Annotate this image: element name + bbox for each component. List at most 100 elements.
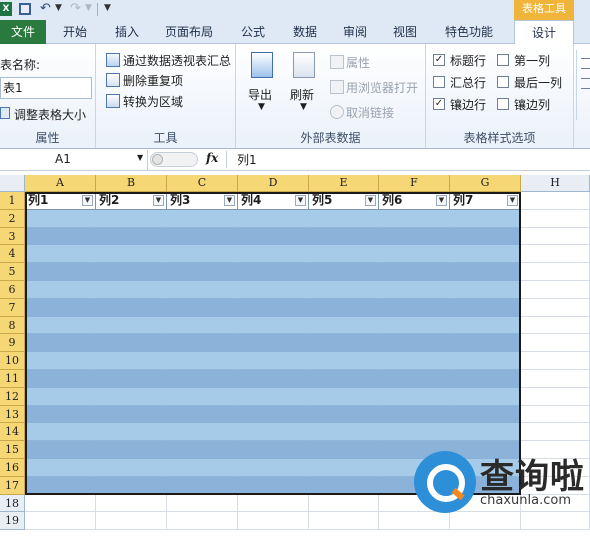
grid-cell[interactable] bbox=[25, 209, 96, 228]
undo-icon[interactable]: ↶ bbox=[40, 1, 51, 16]
grid-cell[interactable] bbox=[309, 227, 379, 246]
grid-cell[interactable] bbox=[25, 352, 96, 370]
grid-cell[interactable] bbox=[309, 298, 379, 317]
open-in-browser-button[interactable]: 用浏览器打开 bbox=[346, 79, 418, 96]
column-header-e[interactable]: E bbox=[309, 175, 379, 192]
grid-cell[interactable] bbox=[309, 476, 379, 495]
grid-cell[interactable] bbox=[309, 352, 379, 370]
banded-rows-checkbox[interactable]: ✓ bbox=[433, 98, 445, 110]
grid-cell[interactable] bbox=[238, 352, 309, 370]
grid-cell[interactable] bbox=[238, 405, 309, 424]
row-header-1[interactable]: 1 bbox=[0, 192, 25, 210]
grid-cell[interactable] bbox=[96, 405, 167, 424]
grid-cell[interactable] bbox=[25, 441, 96, 459]
grid-cell[interactable] bbox=[96, 494, 167, 513]
grid-cell[interactable] bbox=[379, 387, 450, 406]
filter-dropdown-icon[interactable]: ▼ bbox=[365, 195, 376, 206]
grid-cell[interactable] bbox=[521, 192, 590, 210]
grid-cell[interactable] bbox=[521, 387, 590, 406]
grid-cell[interactable] bbox=[450, 370, 521, 388]
column-header-a[interactable]: A bbox=[25, 175, 96, 192]
grid-cell[interactable] bbox=[25, 316, 96, 335]
grid-cell[interactable] bbox=[450, 209, 521, 228]
total-row-checkbox[interactable] bbox=[433, 76, 445, 88]
grid-cell[interactable] bbox=[96, 423, 167, 442]
grid-cell[interactable] bbox=[96, 298, 167, 317]
first-column-checkbox[interactable] bbox=[497, 54, 509, 66]
grid-cell[interactable] bbox=[450, 405, 521, 424]
grid-cell[interactable] bbox=[238, 459, 309, 477]
grid-cell[interactable] bbox=[309, 245, 379, 264]
grid-cell[interactable] bbox=[167, 281, 238, 299]
tab-page-layout[interactable]: 页面布局 bbox=[158, 20, 220, 44]
tab-data[interactable]: 数据 bbox=[282, 20, 328, 44]
row-header-3[interactable]: 3 bbox=[0, 227, 25, 246]
grid-cell[interactable] bbox=[96, 476, 167, 495]
filter-dropdown-icon[interactable]: ▼ bbox=[224, 195, 235, 206]
tab-design[interactable]: 设计 bbox=[514, 20, 574, 45]
grid-cell[interactable] bbox=[167, 387, 238, 406]
row-header-19[interactable]: 19 bbox=[0, 512, 25, 531]
row-header-6[interactable]: 6 bbox=[0, 281, 25, 299]
grid-cell[interactable] bbox=[379, 298, 450, 317]
tab-view[interactable]: 视图 bbox=[382, 20, 428, 44]
grid-cell[interactable] bbox=[309, 281, 379, 299]
tab-home[interactable]: 开始 bbox=[52, 20, 98, 44]
grid-cell[interactable] bbox=[167, 512, 238, 531]
grid-cell[interactable] bbox=[167, 352, 238, 370]
row-header-8[interactable]: 8 bbox=[0, 316, 25, 335]
grid-cell[interactable] bbox=[450, 245, 521, 264]
grid-cell[interactable] bbox=[96, 316, 167, 335]
grid-cell[interactable] bbox=[238, 227, 309, 246]
table-header-cell[interactable]: 列4 ▼ bbox=[238, 192, 309, 210]
insert-function-icon[interactable]: fx bbox=[206, 151, 218, 165]
excel-icon[interactable]: X bbox=[0, 2, 12, 16]
remove-duplicates-button[interactable]: 删除重复项 bbox=[123, 72, 183, 89]
grid-cell[interactable] bbox=[238, 423, 309, 442]
grid-cell[interactable] bbox=[25, 281, 96, 299]
table-header-cell[interactable]: 列7 ▼ bbox=[450, 192, 521, 210]
grid-cell[interactable] bbox=[450, 316, 521, 335]
export-button[interactable]: 导出 bbox=[248, 86, 272, 103]
column-header-c[interactable]: C bbox=[167, 175, 238, 192]
grid-cell[interactable] bbox=[238, 209, 309, 228]
grid-cell[interactable] bbox=[521, 423, 590, 442]
grid-cell[interactable] bbox=[379, 263, 450, 281]
grid-cell[interactable] bbox=[521, 316, 590, 335]
name-box-dropdown-icon[interactable]: ▼ bbox=[137, 153, 143, 162]
grid-cell[interactable] bbox=[25, 423, 96, 442]
grid-cell[interactable] bbox=[521, 263, 590, 281]
grid-cell[interactable] bbox=[238, 334, 309, 353]
grid-cell[interactable] bbox=[238, 494, 309, 513]
grid-cell[interactable] bbox=[521, 281, 590, 299]
grid-cell[interactable] bbox=[96, 227, 167, 246]
tab-formulas[interactable]: 公式 bbox=[230, 20, 276, 44]
grid-cell[interactable] bbox=[238, 263, 309, 281]
column-header-g[interactable]: G bbox=[450, 175, 521, 192]
grid-cell[interactable] bbox=[25, 387, 96, 406]
grid-cell[interactable] bbox=[96, 209, 167, 228]
grid-cell[interactable] bbox=[96, 370, 167, 388]
table-header-cell[interactable]: 列5 ▼ bbox=[309, 192, 379, 210]
grid-cell[interactable] bbox=[238, 512, 309, 531]
row-header-13[interactable]: 13 bbox=[0, 405, 25, 424]
grid-cell[interactable] bbox=[238, 370, 309, 388]
column-header-b[interactable]: B bbox=[96, 175, 167, 192]
redo-icon[interactable]: ↷ bbox=[70, 1, 81, 16]
banded-columns-checkbox[interactable] bbox=[497, 98, 509, 110]
splitter-handle-icon[interactable] bbox=[152, 154, 163, 165]
grid-cell[interactable] bbox=[238, 316, 309, 335]
grid-cell[interactable] bbox=[96, 334, 167, 353]
grid-cell[interactable] bbox=[309, 423, 379, 442]
grid-cell[interactable] bbox=[521, 298, 590, 317]
grid-cell[interactable] bbox=[309, 387, 379, 406]
grid-cell[interactable] bbox=[167, 423, 238, 442]
grid-cell[interactable] bbox=[25, 334, 96, 353]
filter-dropdown-icon[interactable]: ▼ bbox=[82, 195, 93, 206]
grid-cell[interactable] bbox=[309, 370, 379, 388]
grid-cell[interactable] bbox=[25, 298, 96, 317]
grid-cell[interactable] bbox=[167, 476, 238, 495]
row-header-17[interactable]: 17 bbox=[0, 476, 25, 495]
grid-cell[interactable] bbox=[309, 316, 379, 335]
grid-cell[interactable] bbox=[25, 476, 96, 495]
